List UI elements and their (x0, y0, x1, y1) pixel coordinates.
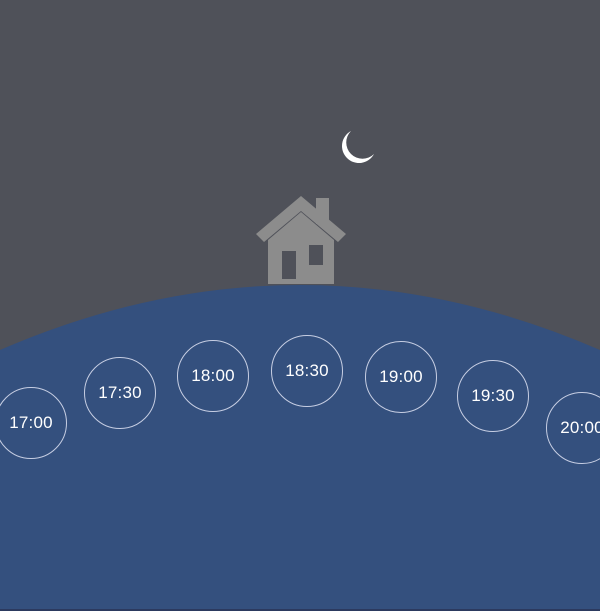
time-slot-label: 18:00 (191, 366, 235, 385)
time-slot-1930[interactable]: 19:30 (457, 360, 529, 432)
time-slot-label: 19:00 (379, 367, 423, 386)
time-slot-label: 19:30 (471, 386, 515, 405)
time-picker-screen: 17:00 17:30 18:00 18:30 19:00 19:30 20:0… (0, 0, 600, 611)
time-slot-1830[interactable]: 18:30 (271, 335, 343, 407)
time-slot-label: 18:30 (285, 361, 329, 380)
time-slot-label: 20:00 (560, 418, 600, 437)
time-slot-1800[interactable]: 18:00 (177, 340, 249, 412)
time-slot-label: 17:30 (98, 383, 142, 402)
time-slot-1730[interactable]: 17:30 (84, 357, 156, 429)
hill-ground (0, 285, 600, 611)
time-slot-label: 17:00 (9, 413, 53, 432)
time-slot-1900[interactable]: 19:00 (365, 341, 437, 413)
